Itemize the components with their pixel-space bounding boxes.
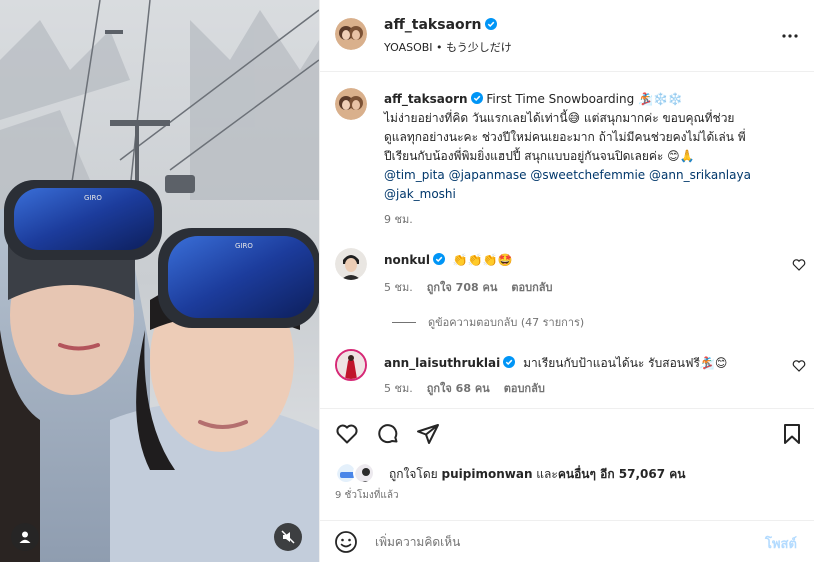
comment-like-heart-icon[interactable] [792,258,806,272]
avatar-image [335,88,367,120]
comment: nonkul 👏👏👏🤩 [384,253,513,267]
avatar-image [355,464,373,482]
avatar-image [335,248,367,280]
liked-by-others[interactable]: คนอื่นๆ อีก 57,067 คน [558,467,686,481]
replies-divider [392,321,416,323]
caption-text-line-4: ปีเรียนกับน้องพี่พิมยิ่งแฮปปี้ สนุกแบบอย… [384,149,695,163]
comment-username[interactable]: ann_laisuthruklai [384,356,500,370]
comment-input[interactable] [375,531,745,553]
commenter-avatar-story[interactable] [335,349,367,381]
caption-username[interactable]: aff_taksaorn [384,92,468,106]
bookmark-icon[interactable] [780,422,804,446]
comment: ann_laisuthruklai มาเรียนกับป้าแอนได้นะ … [384,354,727,373]
comment-reply-button[interactable]: ตอบกลับ [511,281,552,294]
comment-reply-button[interactable]: ตอบกลับ [504,382,545,395]
liker-avatar[interactable] [353,462,375,484]
mention-link[interactable]: @jak_moshi [384,187,456,201]
comment-text: 👏👏👏🤩 [452,253,513,267]
verified-badge-icon [470,92,483,104]
view-replies-label: ดูข้อความตอบกลับ (47 รายการ) [428,316,585,329]
author-username[interactable]: aff_taksaorn [384,17,497,33]
mute-button[interactable] [274,523,302,551]
emoji-icon[interactable] [334,530,358,554]
comment-username[interactable]: nonkul [384,253,430,267]
user-icon [19,531,31,543]
avatar-image [337,351,365,379]
heart-icon[interactable] [335,422,359,446]
caption-text-line-3: ดูแลทุกอย่างนะคะ ช่วงปีใหม่คนเยอะมาก ถ้า… [384,130,746,144]
comment-meta: 5 ชม. ถูกใจ 68 คน ตอบกลับ [384,379,545,397]
comment-icon[interactable] [376,422,400,446]
liked-by-user[interactable]: puipimonwan [442,467,533,481]
comment-meta: 5 ชม. ถูกใจ 708 คน ตอบกลับ [384,278,552,296]
tagged-users-button[interactable] [11,523,39,551]
post-timestamp[interactable]: 9 ชั่วโมงที่แล้ว [335,488,399,503]
commenter-avatar[interactable] [335,248,367,280]
comments-section[interactable]: aff_taksaorn First Time Snowboarding 🏂❄️… [320,73,814,409]
comment-like-heart-icon[interactable] [792,359,806,373]
comment-likes[interactable]: ถูกใจ 708 คน [427,281,498,294]
mention-link[interactable]: @ann_srikanlaya [649,168,751,182]
liked-by-summary: ถูกใจโดย puipimonwan และคนอื่นๆ อีก 57,0… [389,465,685,484]
avatar-image [335,18,367,50]
mention-link[interactable]: @tim_pita [384,168,445,182]
svg-text:GIRO: GIRO [84,194,102,202]
verified-badge-icon [432,253,445,265]
comment-likes[interactable]: ถูกใจ 68 คน [427,382,490,395]
mention-link[interactable]: @sweetchefemmie [530,168,645,182]
post-caption: aff_taksaorn First Time Snowboarding 🏂❄️… [384,90,788,204]
more-horizontal-icon[interactable] [781,27,799,45]
mention-link[interactable]: @japanmase [449,168,527,182]
caption-mentions-line-2: @jak_moshi [384,185,788,204]
verified-badge-icon [503,356,516,368]
post-actions: ถูกใจโดย puipimonwan และคนอื่นๆ อีก 57,0… [320,410,814,520]
post-photo: GIRO GIRO [0,0,319,562]
comment-time: 5 ชม. [384,382,413,395]
svg-text:GIRO: GIRO [235,242,253,250]
add-comment-bar: โพสต์ [320,520,814,562]
comment-text: มาเรียนกับป้าแอนได้นะ รับสอนฟรี🏂😊 [523,356,728,370]
author-avatar[interactable] [335,18,367,50]
caption-mentions-line-1: @tim_pita @japanmase @sweetchefemmie @an… [384,166,788,185]
post-details-panel: aff_taksaorn YOASOBI • もう少しだけ aff_taksao… [319,0,814,562]
caption-text-line-2: ไม่ง่ายอย่างที่คิด วันแรกเลยได้เท่านี้😅 … [384,111,735,125]
post-comment-button[interactable]: โพสต์ [765,533,797,554]
instagram-post: GIRO GIRO aff_taksaorn YOASOBI • もう少しだけ … [0,0,814,562]
view-replies-button[interactable]: ดูข้อความตอบกลับ (47 รายการ) [392,313,584,331]
liked-by-suffix: และ [532,467,558,481]
comment-time: 5 ชม. [384,281,413,294]
share-icon[interactable] [416,422,440,446]
speaker-muted-icon [281,530,295,544]
liked-by-prefix: ถูกใจโดย [389,467,442,481]
post-media[interactable]: GIRO GIRO [0,0,319,562]
caption-author-avatar[interactable] [335,88,367,120]
audio-track-link[interactable]: YOASOBI • もう少しだけ [384,39,512,55]
caption-text-line-1: First Time Snowboarding 🏂❄️❄️ [482,92,683,106]
verified-badge-icon [484,18,497,30]
post-header: aff_taksaorn YOASOBI • もう少しだけ [320,0,814,72]
caption-time: 9 ชม. [384,213,413,226]
